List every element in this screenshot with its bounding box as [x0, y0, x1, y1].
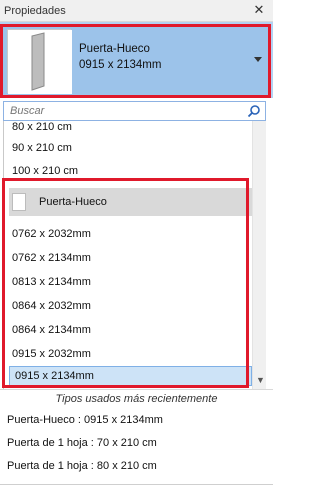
- recent-item[interactable]: Puerta de 1 hoja : 70 x 210 cm: [7, 437, 157, 449]
- search-input[interactable]: [10, 103, 240, 119]
- title-bar: Propiedades ✕: [0, 0, 273, 22]
- recent-item[interactable]: Puerta de 1 hoja : 80 x 210 cm: [7, 460, 157, 472]
- panel-title: Propiedades: [4, 5, 66, 17]
- recent-item[interactable]: Puerta-Hueco : 0915 x 2134mm: [7, 414, 163, 426]
- scroll-down-icon[interactable]: ▼: [256, 376, 265, 385]
- list-scrollbar[interactable]: ▼: [252, 121, 266, 389]
- highlight-frame-selector: [0, 24, 271, 98]
- list-item[interactable]: 80 x 210 cm: [12, 121, 72, 133]
- list-item[interactable]: 100 x 210 cm: [12, 165, 78, 177]
- recent-types-header: Tipos usados más recientemente: [0, 389, 273, 407]
- highlight-frame-list: [2, 178, 249, 388]
- close-icon[interactable]: ✕: [251, 2, 267, 18]
- search-icon[interactable]: [247, 104, 261, 118]
- list-item[interactable]: 90 x 210 cm: [12, 142, 72, 154]
- properties-panel: Propiedades ✕ Puerta-Hueco 0915 x 2134mm: [0, 0, 273, 485]
- search-box[interactable]: [3, 101, 266, 121]
